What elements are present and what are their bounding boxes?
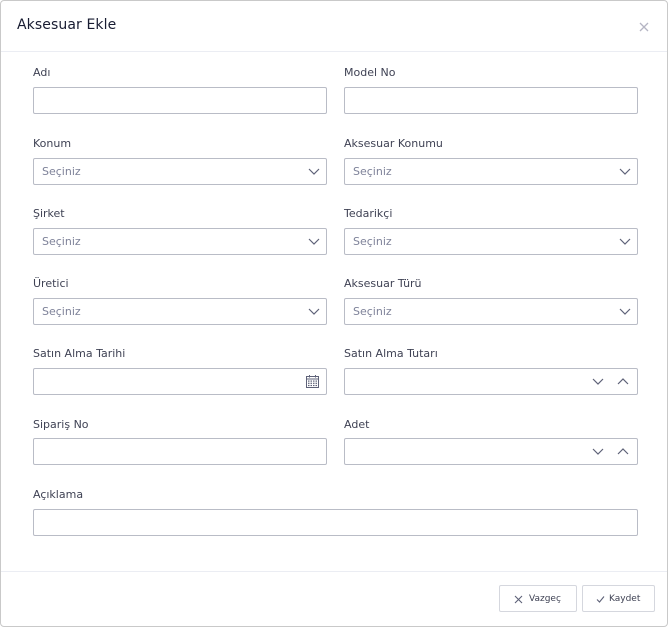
chevron-up-icon[interactable] [617,377,629,386]
modal-header: Aksesuar Ekle [1,1,667,52]
cancel-button[interactable]: Vazgeç [499,585,577,612]
satin-alma-tutari-label: Satın Alma Tutarı [344,347,438,360]
tedarikci-select[interactable]: Seçiniz [344,228,638,255]
modal-title: Aksesuar Ekle [17,17,117,33]
check-icon [596,596,605,603]
konum-select[interactable]: Seçiniz [33,158,327,185]
aksesuar-konumu-label: Aksesuar Konumu [344,137,443,150]
chevron-down-icon [619,238,631,245]
uretici-placeholder: Seçiniz [42,305,81,318]
aciklama-input[interactable] [33,509,638,536]
adi-input[interactable] [33,87,327,114]
siparis-no-label: Sipariş No [33,418,89,431]
chevron-down-icon [308,308,320,315]
chevron-down-icon[interactable] [592,447,604,456]
sirket-placeholder: Seçiniz [42,235,81,248]
aksesuar-konumu-select[interactable]: Seçiniz [344,158,638,185]
aksesuar-turu-label: Aksesuar Türü [344,277,422,290]
cancel-label: Vazgeç [529,594,561,604]
close-icon[interactable] [637,19,651,33]
siparis-no-input[interactable] [33,438,327,465]
model-no-label: Model No [344,66,396,79]
adi-label: Adı [33,66,51,79]
aciklama-label: Açıklama [33,488,84,501]
chevron-down-icon [619,168,631,175]
konum-label: Konum [33,137,72,150]
konum-placeholder: Seçiniz [42,165,81,178]
satin-alma-tarihi-input[interactable] [33,368,327,395]
aksesuar-turu-select[interactable]: Seçiniz [344,298,638,325]
adet-label: Adet [344,418,370,431]
satin-alma-tarihi-label: Satın Alma Tarihi [33,347,126,360]
satin-alma-tutari-input[interactable] [344,368,638,395]
sirket-select[interactable]: Seçiniz [33,228,327,255]
adet-input[interactable] [344,438,638,465]
model-no-input[interactable] [344,87,638,114]
chevron-down-icon [619,308,631,315]
chevron-down-icon[interactable] [592,377,604,386]
uretici-label: Üretici [33,277,69,290]
uretici-select[interactable]: Seçiniz [33,298,327,325]
chevron-down-icon [308,238,320,245]
sirket-label: Şirket [33,207,65,220]
modal-footer-divider [1,571,667,572]
calendar-icon[interactable] [306,375,319,388]
save-button[interactable]: Kaydet [582,585,655,612]
tedarikci-placeholder: Seçiniz [353,235,392,248]
add-accessory-modal: Aksesuar Ekle Adı Model No Konum Seçiniz… [0,0,668,627]
aksesuar-turu-placeholder: Seçiniz [353,305,392,318]
save-label: Kaydet [609,594,641,604]
tedarikci-label: Tedarikçi [344,207,393,220]
close-icon [514,595,523,604]
chevron-down-icon [308,168,320,175]
chevron-up-icon[interactable] [617,447,629,456]
aksesuar-konumu-placeholder: Seçiniz [353,165,392,178]
